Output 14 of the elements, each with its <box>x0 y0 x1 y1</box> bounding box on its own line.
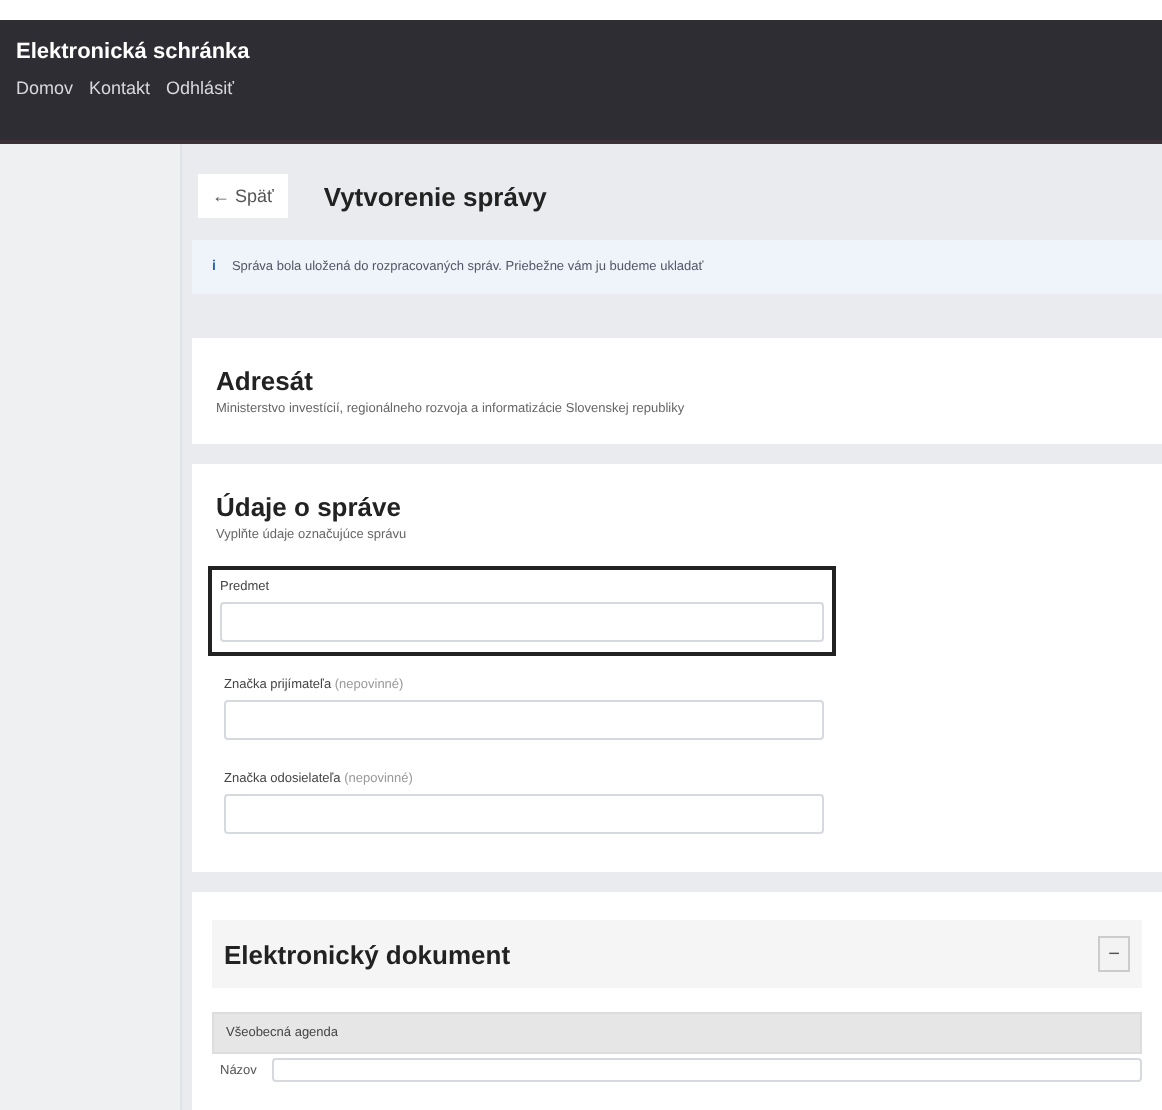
page-title: Vytvorenie správy <box>323 181 547 211</box>
nav-link[interactable]: Odhlásiť <box>166 78 234 98</box>
nav-link[interactable]: Domov <box>16 78 74 98</box>
section-title: Adresát <box>216 366 315 396</box>
input-field[interactable] <box>272 1058 1142 1082</box>
back-button[interactable]: ← Späť <box>198 174 288 218</box>
section-title: Elektronický dokument <box>224 939 511 969</box>
input-field[interactable] <box>224 700 824 740</box>
section-title: Údaje o správe <box>216 492 403 522</box>
input-field[interactable] <box>220 602 824 642</box>
input-field[interactable] <box>224 794 824 834</box>
collapse-button[interactable]: − <box>1098 936 1130 972</box>
app-title: Elektronická schránka <box>16 40 250 64</box>
nav-link[interactable]: Kontakt <box>89 78 151 98</box>
